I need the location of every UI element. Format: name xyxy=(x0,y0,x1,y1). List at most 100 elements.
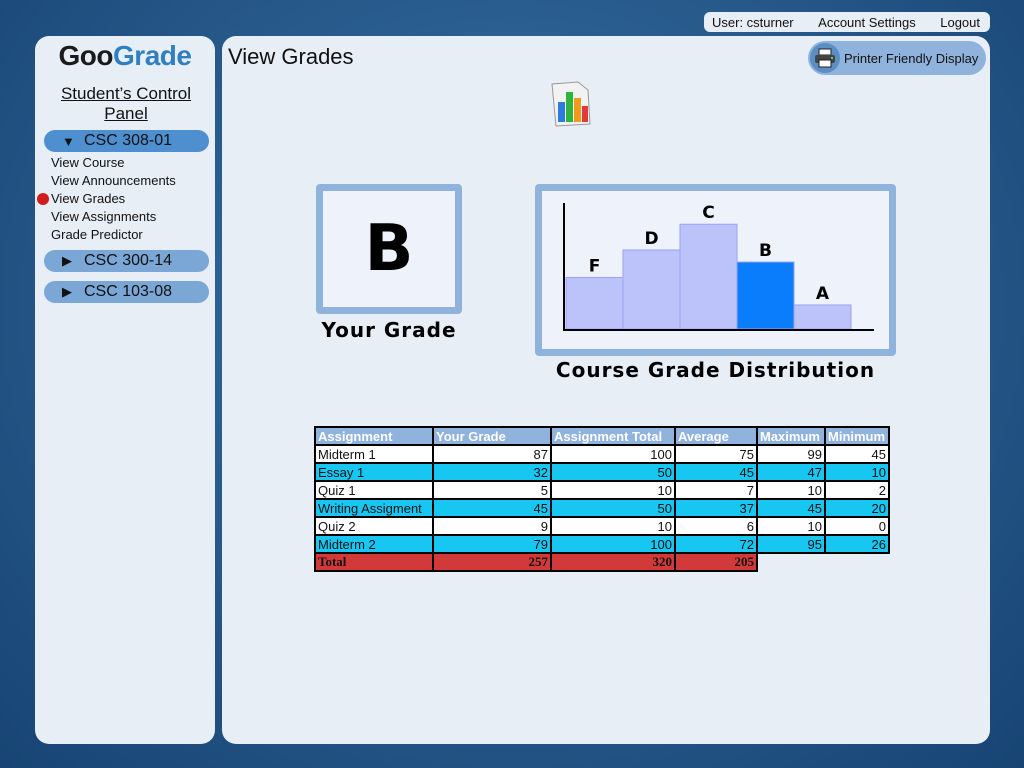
cell: 100 xyxy=(550,534,676,554)
col-minimum: Minimum xyxy=(824,426,890,446)
cell: Quiz 1 xyxy=(314,480,434,500)
sidebar: GooGrade Student’s Control Panel ▼ CSC 3… xyxy=(35,36,215,744)
control-panel-title: Student’s Control Panel xyxy=(60,84,192,123)
cell: 257 xyxy=(432,552,552,572)
printer-label: Printer Friendly Display xyxy=(844,50,979,66)
bar-label-b: B xyxy=(759,241,772,261)
bar-label-c: C xyxy=(702,203,714,223)
cell: 99 xyxy=(756,444,826,464)
course-label: CSC 103-08 xyxy=(84,283,173,300)
empty-cell xyxy=(825,553,889,571)
total-row: Total 257 320 205 xyxy=(314,552,889,572)
cell: 20 xyxy=(824,498,890,518)
bar-chart-icon xyxy=(548,80,598,135)
course-label: CSC 300-14 xyxy=(84,252,173,269)
cell: 10 xyxy=(824,462,890,482)
bar-f xyxy=(565,276,624,330)
cell: 320 xyxy=(550,552,676,572)
grades-table: Assignment Your Grade Assignment Total A… xyxy=(314,426,890,572)
cell: Essay 1 xyxy=(314,462,434,482)
cell: 10 xyxy=(756,516,826,536)
distribution-svg: F D C B A xyxy=(563,203,874,331)
bar-a xyxy=(793,304,852,330)
bar-b xyxy=(736,261,795,330)
cell: 5 xyxy=(432,480,552,500)
goograde-logo[interactable]: GooGrade xyxy=(35,40,215,72)
cell: 47 xyxy=(756,462,826,482)
your-grade-caption: Your Grade xyxy=(321,318,457,342)
account-settings-link[interactable]: Account Settings xyxy=(818,15,916,30)
printer-icon xyxy=(810,43,840,73)
submenu-view-course[interactable]: View Course xyxy=(51,154,176,172)
cell: Midterm 1 xyxy=(314,444,434,464)
cell: Quiz 2 xyxy=(314,516,434,536)
cell: 6 xyxy=(674,516,758,536)
cell: 50 xyxy=(550,498,676,518)
cell: 79 xyxy=(432,534,552,554)
table-header-row: Assignment Your Grade Assignment Total A… xyxy=(314,426,890,446)
cell: 10 xyxy=(756,480,826,500)
table-row: Quiz 2 9 10 6 10 0 xyxy=(314,516,890,536)
your-grade-box: B xyxy=(316,184,462,314)
col-average: Average xyxy=(674,426,758,446)
cell: 45 xyxy=(432,498,552,518)
submenu-view-assignments[interactable]: View Assignments xyxy=(51,208,176,226)
empty-cell xyxy=(757,553,825,571)
submenu-view-announcements[interactable]: View Announcements xyxy=(51,172,176,190)
submenu-view-grades[interactable]: View Grades xyxy=(37,190,176,208)
expanded-arrow-icon: ▼ xyxy=(62,133,75,149)
table-row: Essay 1 32 50 45 47 10 xyxy=(314,462,890,482)
cell: 10 xyxy=(550,480,676,500)
cell: 10 xyxy=(550,516,676,536)
cell: 87 xyxy=(432,444,552,464)
cell: 205 xyxy=(674,552,758,572)
bar-label-a: A xyxy=(816,284,830,304)
cell: 7 xyxy=(674,480,758,500)
page-title: View Grades xyxy=(228,44,354,69)
cell: 75 xyxy=(674,444,758,464)
bar-d xyxy=(622,249,681,330)
bar-c xyxy=(679,223,738,330)
col-assignment: Assignment xyxy=(314,426,434,446)
course-submenu: View Course View Announcements View Grad… xyxy=(37,154,176,244)
table-row: Quiz 1 5 10 7 10 2 xyxy=(314,480,890,500)
logout-link[interactable]: Logout xyxy=(940,15,980,30)
cell: 0 xyxy=(824,516,890,536)
cell: Midterm 2 xyxy=(314,534,434,554)
cell: 32 xyxy=(432,462,552,482)
active-indicator-icon xyxy=(37,193,49,205)
bar-label-f: F xyxy=(589,256,601,276)
collapsed-arrow-icon: ▶ xyxy=(62,253,72,268)
cell: 72 xyxy=(674,534,758,554)
col-maximum: Maximum xyxy=(756,426,826,446)
table-row: Writing Assigment 45 50 37 45 20 xyxy=(314,498,890,518)
user-label: User: csturner xyxy=(712,14,794,30)
collapsed-arrow-icon: ▶ xyxy=(62,284,72,299)
course-csc-308-01[interactable]: ▼ CSC 308-01 xyxy=(44,130,209,152)
your-grade-letter: B xyxy=(364,212,414,286)
col-your-grade: Your Grade xyxy=(432,426,552,446)
printer-friendly-button[interactable]: Printer Friendly Display xyxy=(808,41,986,75)
main-content: View Grades Printer Friendly Display B Y… xyxy=(222,36,990,744)
cell: 45 xyxy=(756,498,826,518)
cell: Writing Assigment xyxy=(314,498,434,518)
cell: 2 xyxy=(824,480,890,500)
table-row: Midterm 2 79 100 72 95 26 xyxy=(314,534,890,554)
cell: 9 xyxy=(432,516,552,536)
table-row: Midterm 1 87 100 75 99 45 xyxy=(314,444,890,464)
cell: 26 xyxy=(824,534,890,554)
cell: Total xyxy=(314,552,434,572)
grade-distribution-chart: F D C B A xyxy=(535,184,896,356)
bar-label-d: D xyxy=(644,229,658,249)
cell: 45 xyxy=(824,444,890,464)
cell: 37 xyxy=(674,498,758,518)
cell: 50 xyxy=(550,462,676,482)
submenu-grade-predictor[interactable]: Grade Predictor xyxy=(51,226,176,244)
course-csc-103-08[interactable]: ▶ CSC 103-08 xyxy=(44,281,209,303)
cell: 45 xyxy=(674,462,758,482)
cell: 95 xyxy=(756,534,826,554)
cell: 100 xyxy=(550,444,676,464)
col-assignment-total: Assignment Total xyxy=(550,426,676,446)
course-csc-300-14[interactable]: ▶ CSC 300-14 xyxy=(44,250,209,272)
course-label: CSC 308-01 xyxy=(84,132,173,149)
